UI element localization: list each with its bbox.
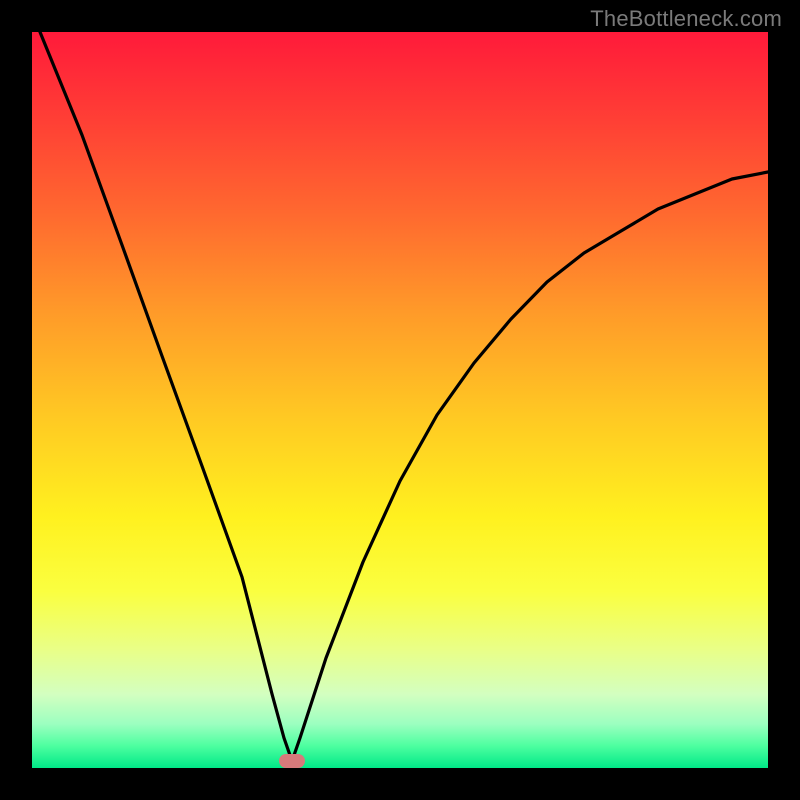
optimal-point-marker <box>279 754 305 768</box>
plot-area <box>32 32 768 768</box>
bottleneck-curve <box>32 32 768 768</box>
chart-frame: TheBottleneck.com <box>0 0 800 800</box>
curve-path <box>40 32 768 761</box>
watermark-text: TheBottleneck.com <box>590 6 782 32</box>
